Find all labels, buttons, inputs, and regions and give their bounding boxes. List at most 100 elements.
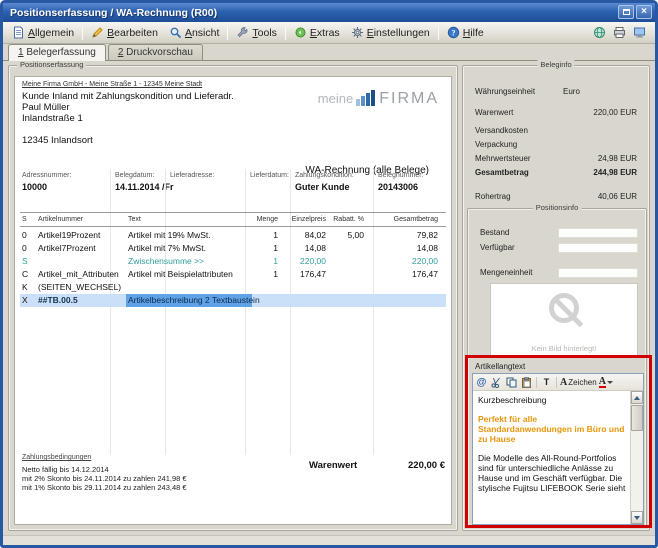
toolbar-separator <box>438 26 439 40</box>
langtext-highlight-paragraph: Perfekt für alle Standardanwendungen im … <box>478 414 628 444</box>
langtext-paragraph: Die Modelle des All-Round-Portfolios sin… <box>478 453 628 493</box>
table-header: Menge <box>246 213 278 226</box>
table-cell: 1 <box>246 229 278 242</box>
recipient-line: Paul Müller <box>22 102 70 113</box>
scrollbar[interactable] <box>630 391 643 524</box>
close-icon: × <box>641 7 647 17</box>
close-button[interactable]: × <box>636 5 652 19</box>
table-cell: Zwischensumme >> <box>128 255 250 268</box>
belegdatum-label: Belegdatum: <box>115 172 154 179</box>
langtext-paragraph: Kurzbeschreibung <box>478 395 628 405</box>
insert-object-button[interactable]: @ <box>475 376 488 389</box>
menu-allgemein[interactable]: Allgemein <box>7 24 79 41</box>
wrench-icon <box>236 26 249 39</box>
tab-belegerfassung[interactable]: 1 Belegerfassung <box>8 44 106 61</box>
table-header: Einzelpreis <box>280 213 326 226</box>
table-cell: K <box>22 281 36 294</box>
tab-druckvorschau[interactable]: 2 Druckvorschau <box>108 44 203 60</box>
table-cell: Artikel mit Beispielattributen <box>128 268 250 281</box>
toolbar-separator <box>227 26 228 40</box>
table-cell: Artikel19Prozent <box>38 229 128 242</box>
zeichen-button[interactable]: A Zeichen <box>560 376 597 389</box>
lieferadresse-label: Lieferadresse: <box>170 172 214 179</box>
table-cell: 220,00 <box>280 255 326 268</box>
table-cell: S <box>22 255 36 268</box>
belegnummer-value[interactable]: 20143006 <box>378 182 418 192</box>
table-header: Gesamtbetrag <box>366 213 438 226</box>
tab-bar: 1 Belegerfassung 2 Druckvorschau <box>3 44 655 61</box>
verfuegbar-value-box <box>558 243 638 253</box>
copy-button[interactable] <box>505 376 518 389</box>
table-cell: Artikel7Prozent <box>38 242 128 255</box>
title-bar[interactable]: Positionserfassung / WA-Rechnung (R00) × <box>3 3 655 22</box>
beleginfo-row: Mehrwertsteuer 24,98 EUR <box>463 153 649 165</box>
logo-bars-icon <box>356 89 376 106</box>
mehrwertsteuer-value: 24,98 EUR <box>598 153 637 165</box>
globe-icon[interactable] <box>593 26 606 39</box>
table-cell: 84,02 <box>280 229 326 242</box>
group-title: Positionserfassung <box>17 60 86 70</box>
table-row-subtotal[interactable]: S Zwischensumme >> 1 220,00 220,00 <box>20 255 446 268</box>
table-row[interactable]: 0 Artikel19Prozent Artikel mit 19% MwSt.… <box>20 229 446 242</box>
pencil-icon <box>91 26 104 39</box>
group-title: Beleginfo <box>537 60 574 70</box>
app-window: Positionserfassung / WA-Rechnung (R00) ×… <box>0 0 658 548</box>
toolbar-separator <box>285 26 286 40</box>
langtext-content[interactable]: Kurzbeschreibung Perfekt für alle Standa… <box>473 391 630 524</box>
beleginfo-row: Verpackung <box>463 139 649 151</box>
table-header-line <box>20 226 446 227</box>
menu-ansicht[interactable]: Ansicht <box>164 24 224 41</box>
payment-line: Netto fällig bis 14.12.2014 <box>22 465 109 474</box>
table-cell: (SEITEN_WECHSEL) <box>38 281 128 294</box>
table-cell: Artikel_mit_Attributen <box>38 268 128 281</box>
table-row[interactable]: K (SEITEN_WECHSEL) <box>20 281 446 294</box>
table-cell: 0 <box>22 229 36 242</box>
table-cell: 14,08 <box>366 242 438 255</box>
recipient-line: Inlandstraße 1 <box>22 113 83 124</box>
scroll-down-button[interactable] <box>631 511 643 524</box>
scroll-thumb[interactable] <box>631 405 643 431</box>
font-color-button[interactable]: A <box>599 376 613 389</box>
insert-text-button[interactable]: T <box>540 376 553 389</box>
menu-hilfe[interactable]: ? Hilfe <box>442 24 489 41</box>
table-cell: 176,47 <box>280 268 326 281</box>
menu-bearbeiten[interactable]: Bearbeiten <box>86 24 163 41</box>
cut-button[interactable] <box>490 376 503 389</box>
company-logo: meine FIRMA <box>318 89 439 106</box>
zahlungskondition-value[interactable]: Guter Kunde <box>295 182 350 192</box>
table-cell-focused[interactable]: Artikelbeschreibung 2 Textbaustein <box>126 294 252 307</box>
menu-label: Tools <box>252 27 277 39</box>
sender-line: Meine Firma GmbH - Meine Straße 1 - 1234… <box>22 81 202 88</box>
table-cell: Artikel mit 19% MwSt. <box>128 229 250 242</box>
printer-icon[interactable] <box>613 26 626 39</box>
paste-button[interactable] <box>520 376 533 389</box>
table-row-selected[interactable]: X ##TB.00.5 Artikelbeschreibung 2 Textba… <box>20 294 446 307</box>
warenwert-label: Warenwert <box>309 460 357 471</box>
belegnummer-label: Belegnummer: <box>378 172 424 179</box>
beleginfo-row: Gesamtbetrag 244,98 EUR <box>463 167 649 179</box>
bestand-value-box <box>558 228 638 238</box>
table-row[interactable]: 0 Artikel7Prozent Artikel mit 7% MwSt. 1… <box>20 242 446 255</box>
menu-label: Extras <box>310 27 340 39</box>
table-cell: 1 <box>246 255 278 268</box>
recipient-line: 12345 Inlandsort <box>22 135 93 146</box>
monitor-icon[interactable] <box>633 26 646 39</box>
menu-einstellungen[interactable]: Einstellungen <box>346 24 435 41</box>
table-cell: 220,00 <box>366 255 438 268</box>
adressnummer-value[interactable]: 10000 <box>22 182 47 192</box>
payment-line: mit 1% Skonto bis 29.11.2014 zu zahlen 2… <box>22 483 187 492</box>
positionsinfo-group: Positionsinfo Bestand Verfügbar Mengenei… <box>467 208 647 528</box>
menu-label: Allgemein <box>28 27 74 39</box>
menu-extras[interactable]: Extras <box>289 24 345 41</box>
menu-tools[interactable]: Tools <box>231 24 282 41</box>
adressnummer-label: Adressnummer: <box>22 172 71 179</box>
chevron-down-icon <box>607 381 613 384</box>
beleginfo-row: Warenwert 220,00 EUR <box>463 107 649 119</box>
restore-button[interactable] <box>618 5 634 19</box>
at-icon: @ <box>477 377 487 388</box>
payment-line: mit 2% Skonto bis 24.11.2014 zu zahlen 2… <box>22 474 187 483</box>
table-row[interactable]: C Artikel_mit_Attributen Artikel mit Bei… <box>20 268 446 281</box>
table-cell: C <box>22 268 36 281</box>
scroll-up-button[interactable] <box>631 391 643 404</box>
warenwert-eur-value: 220,00 EUR <box>593 107 637 119</box>
